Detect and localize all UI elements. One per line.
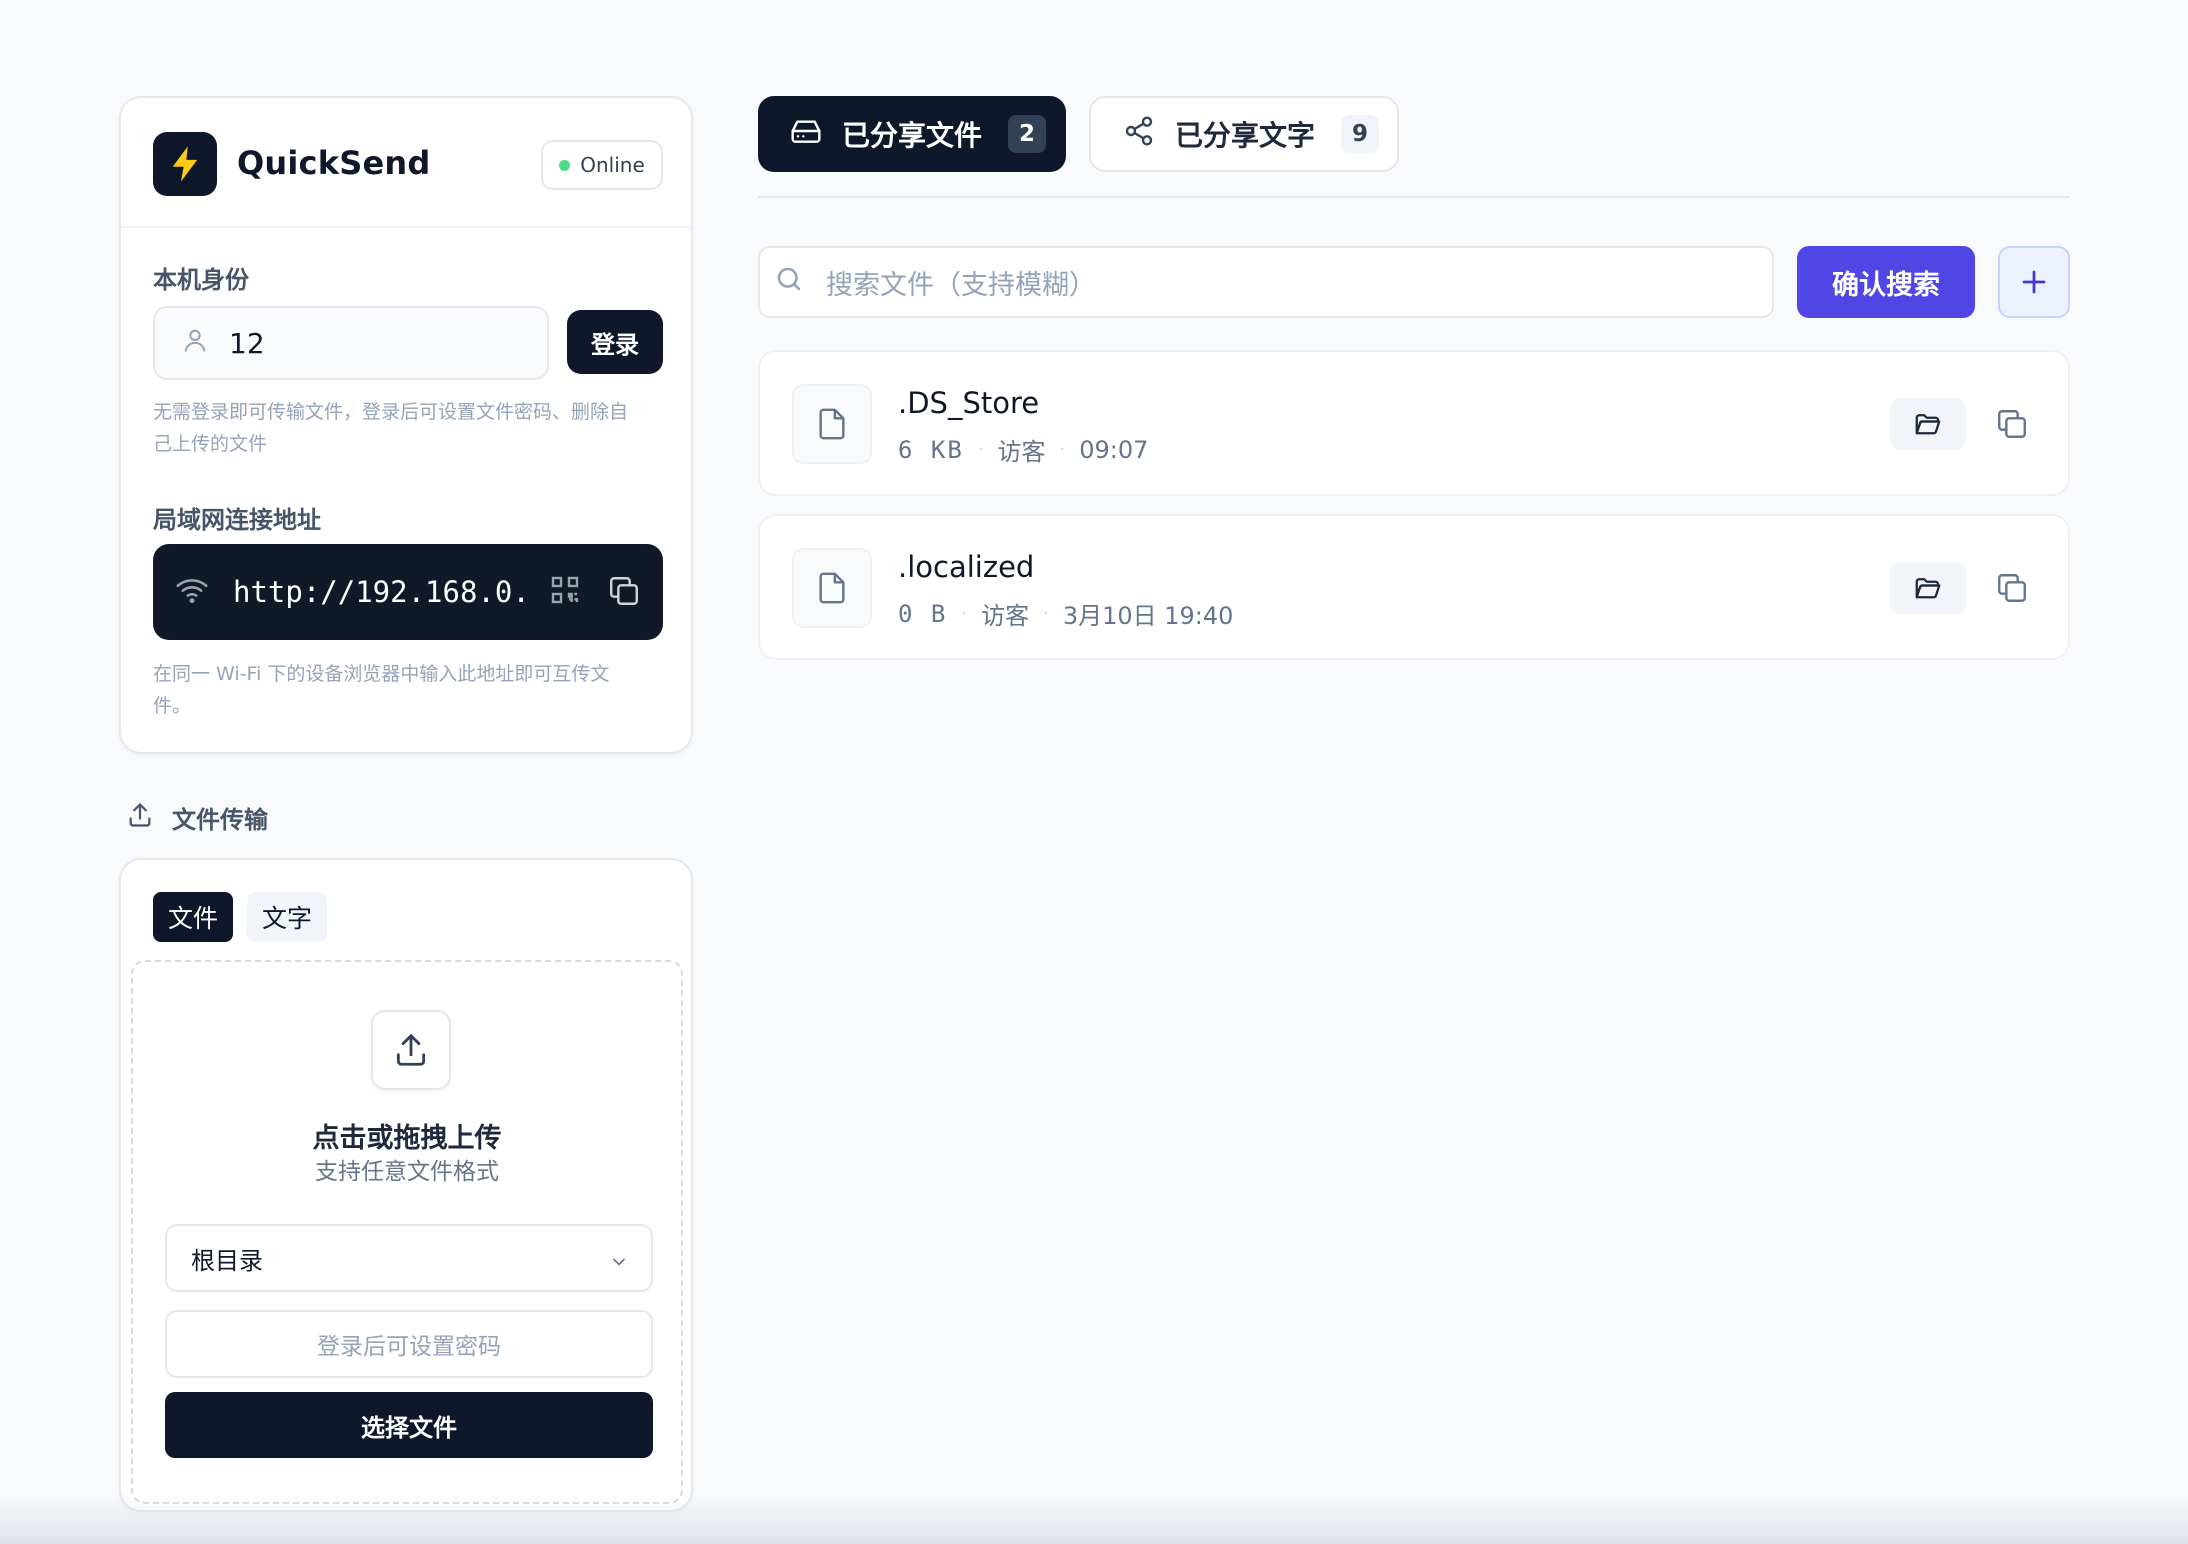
- search-input[interactable]: 搜索文件（支持模糊）: [758, 246, 1774, 318]
- count-badge: 9: [1341, 115, 1380, 153]
- folder-select[interactable]: 根目录: [165, 1224, 653, 1292]
- identity-hint: 无需登录即可传输文件，登录后可设置文件密码、删除自 己上传的文件: [153, 396, 673, 460]
- lightning-icon: [153, 132, 217, 196]
- separator-dot: ·: [1043, 603, 1049, 624]
- identity-hint-line1: 无需登录即可传输文件，登录后可设置文件密码、删除自: [153, 401, 629, 423]
- drive-icon: [790, 115, 822, 154]
- file-icon: [792, 384, 872, 464]
- file-row[interactable]: .localized 0 B · 访客 · 3月10日 19:40: [758, 514, 2070, 660]
- upload-icon: [126, 801, 154, 835]
- lan-url[interactable]: http://192.168.0.: [233, 575, 533, 609]
- file-meta: 6 KB · 访客 · 09:07: [898, 432, 1148, 467]
- wifi-icon: [175, 575, 209, 609]
- upload-icon: [371, 1010, 451, 1090]
- lan-hint-line2: 件。: [153, 695, 192, 717]
- folder-open-icon[interactable]: [1890, 398, 1966, 450]
- identity-input[interactable]: 12: [153, 306, 549, 380]
- file-size: 6 KB: [898, 435, 964, 464]
- identity-label: 本机身份: [153, 266, 249, 294]
- search-button[interactable]: 确认搜索: [1797, 246, 1975, 318]
- status-text: Online: [580, 153, 645, 177]
- file-time: 3月10日 19:40: [1062, 602, 1234, 630]
- upload-subtitle: 支持任意文件格式: [315, 1159, 499, 1185]
- search-icon: [774, 264, 804, 301]
- tab-shared-files[interactable]: 已分享文件 2: [758, 96, 1066, 172]
- tab-shared-texts-label: 已分享文字: [1175, 119, 1316, 152]
- password-input[interactable]: 登录后可设置密码: [165, 1310, 653, 1378]
- upload-title: 点击或拖拽上传: [312, 1123, 502, 1154]
- identity-hint-line2: 己上传的文件: [153, 433, 268, 455]
- choose-file-button[interactable]: 选择文件: [165, 1392, 653, 1458]
- separator-dot: ·: [1059, 439, 1066, 460]
- separator-dot: ·: [977, 439, 984, 460]
- tab-shared-files-label: 已分享文件: [842, 119, 983, 152]
- search-placeholder: 搜索文件（支持模糊）: [826, 269, 1096, 301]
- tab-text[interactable]: 文字: [247, 892, 327, 942]
- tab-file[interactable]: 文件: [153, 892, 233, 942]
- card-header: QuickSend Online: [121, 98, 691, 228]
- share-icon: [1123, 115, 1155, 154]
- identity-card: QuickSend Online 本机身份 12 登录 无需登录即可传输文件，登…: [119, 96, 693, 754]
- file-icon: [792, 548, 872, 628]
- lan-address-box: http://192.168.0.: [153, 544, 663, 640]
- file-time: 09:07: [1079, 435, 1149, 464]
- count-badge: 2: [1008, 115, 1047, 153]
- window-bottom-shadow: [0, 1494, 2188, 1544]
- lan-hint: 在同一 Wi-Fi 下的设备浏览器中输入此地址即可互传文 件。: [153, 658, 673, 722]
- add-button[interactable]: [1998, 246, 2070, 318]
- status-dot: [559, 159, 571, 171]
- identity-value: 12: [229, 326, 265, 360]
- lan-label: 局域网连接地址: [153, 506, 321, 534]
- copy-icon[interactable]: [1992, 404, 2032, 444]
- divider: [758, 196, 2070, 198]
- app-name: QuickSend: [237, 144, 431, 182]
- upload-dropzone[interactable]: 点击或拖拽上传 支持任意文件格式 根目录 登录后可设置密码 选择文件: [131, 960, 683, 1504]
- file-uploader: 访客: [981, 602, 1030, 630]
- file-row[interactable]: .DS_Store 6 KB · 访客 · 09:07: [758, 350, 2070, 496]
- status-badge: Online: [541, 140, 663, 190]
- chevron-down-icon: [609, 1250, 629, 1278]
- folder-select-value: 根目录: [191, 1246, 263, 1275]
- file-name: .localized: [898, 550, 1035, 584]
- page: QuickSend Online 本机身份 12 登录 无需登录即可传输文件，登…: [0, 0, 2188, 1544]
- file-size: 0 B: [898, 599, 948, 628]
- user-icon: [181, 326, 209, 361]
- separator-dot: ·: [961, 603, 968, 624]
- file-uploader: 访客: [997, 438, 1046, 466]
- transfer-title-text: 文件传输: [172, 806, 268, 834]
- lan-hint-line1: 在同一 Wi-Fi 下的设备浏览器中输入此地址即可互传文: [153, 663, 610, 685]
- qr-code-icon[interactable]: [549, 574, 581, 610]
- transfer-title: 文件传输: [126, 800, 268, 835]
- copy-icon[interactable]: [607, 574, 641, 612]
- upload-card: 文件 文字 点击或拖拽上传 支持任意文件格式 根目录 登录后可设置密码 选择文件: [119, 858, 693, 1512]
- file-meta: 0 B · 访客 · 3月10日 19:40: [898, 596, 1233, 631]
- folder-open-icon[interactable]: [1890, 562, 1966, 614]
- file-name: .DS_Store: [898, 386, 1040, 420]
- login-button[interactable]: 登录: [567, 310, 663, 374]
- copy-icon[interactable]: [1992, 568, 2032, 608]
- tab-shared-texts[interactable]: 已分享文字 9: [1089, 96, 1399, 172]
